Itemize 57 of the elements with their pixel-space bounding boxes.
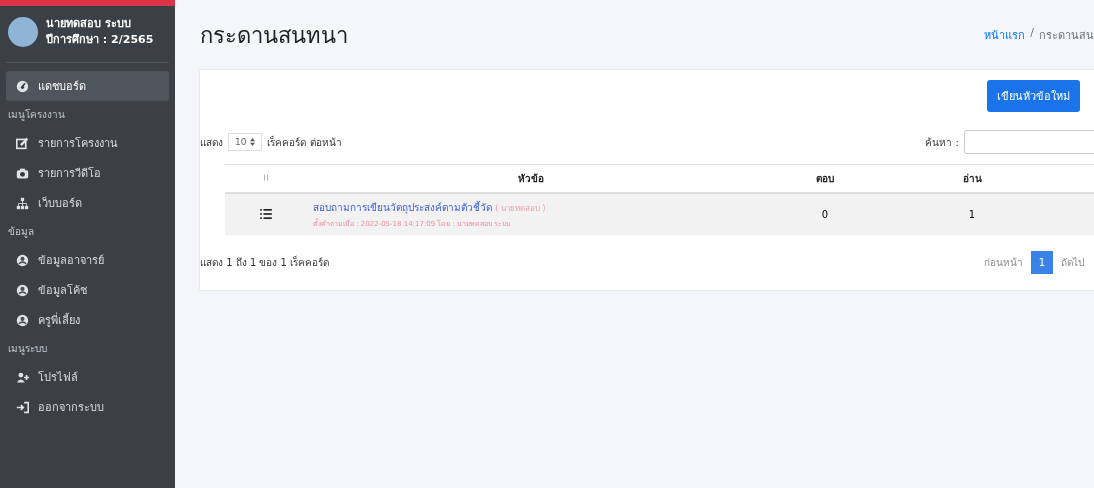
- user-name: นายทดสอบ ระบบ: [46, 16, 132, 32]
- search-field[interactable]: [964, 130, 1094, 154]
- page-number-button[interactable]: 1: [1030, 251, 1053, 274]
- sidebar-item-label: เว็บบอร์ด: [38, 195, 82, 212]
- breadcrumb-current: กระดานสน: [1039, 28, 1094, 44]
- sidebar-item[interactable]: ออกจากระบบ: [6, 392, 169, 422]
- camera-icon: [16, 166, 29, 180]
- sidebar-item-label: ครูพี่เลี้ยง: [38, 311, 80, 329]
- academic-year: ปีการศึกษา : 2/2565: [46, 32, 154, 48]
- edit-icon: [16, 136, 29, 150]
- updown-caret-icon: [250, 138, 256, 146]
- sidebar-item-label: โปรไฟล์: [38, 370, 78, 386]
- sidebar-item[interactable]: แดชบอร์ด: [6, 71, 169, 101]
- user-circle-icon: [16, 283, 29, 297]
- sidebar-item-label: ข้อมูลโค้ช: [38, 283, 87, 299]
- logout-icon: [16, 400, 29, 414]
- sidebar-item-label: ออกจากระบบ: [38, 400, 104, 416]
- table-info: แสดง 1 ถึง 1 ของ 1 เร็คคอร์ด: [200, 255, 330, 270]
- sidebar-section-header: ข้อมูล: [7, 225, 35, 240]
- sidebar-section-header: เมนูระบบ: [7, 342, 48, 357]
- column-header[interactable]: อ่าน: [962, 173, 982, 184]
- table-cell: 1: [968, 209, 976, 220]
- breadcrumb-separator: /: [1030, 26, 1034, 41]
- user-circle-icon: [16, 313, 29, 327]
- page-length-select[interactable]: 10: [228, 133, 263, 151]
- user-circle-icon: [16, 253, 29, 267]
- sidebar-item-label: แดชบอร์ด: [38, 79, 86, 95]
- sidebar-item[interactable]: รายการโครงงาน: [6, 128, 169, 158]
- length-label: แสดง: [200, 135, 223, 150]
- sidebar-section-header: เมนูโครงงาน: [7, 108, 66, 123]
- sidebar-item[interactable]: เว็บบอร์ด: [6, 188, 169, 218]
- column-header[interactable]: หัวข้อ: [517, 173, 544, 184]
- sidebar-item[interactable]: รายการวีดีโอ: [6, 158, 169, 188]
- user-plus-icon: [16, 370, 29, 384]
- sidebar-item[interactable]: ข้อมูลอาจารย์: [6, 245, 169, 275]
- length-label: เร็คคอร์ด ต่อหน้า: [267, 134, 342, 150]
- previous-page-link[interactable]: ก่อนหน้า: [975, 249, 1031, 276]
- table-cell: 0: [821, 209, 829, 220]
- sidebar-item-label: ข้อมูลอาจารย์: [38, 253, 104, 269]
- column-header[interactable]: ตอบ: [816, 173, 834, 184]
- sidebar-item-label: รายการโครงงาน: [38, 136, 118, 152]
- sidebar-item[interactable]: โปรไฟล์: [6, 362, 169, 392]
- topic-link[interactable]: สอบถามการเขียนวัตถุประสงค์ตามตัวชี้วัด: [313, 202, 492, 213]
- search-label: ค้นหา :: [925, 135, 959, 150]
- breadcrumb-link[interactable]: หน้าแรก: [984, 26, 1026, 44]
- sidebar-item[interactable]: ครูพี่เลี้ยง: [6, 305, 169, 335]
- next-page-link[interactable]: ถัดไป: [1053, 249, 1092, 276]
- sort-icon[interactable]: [263, 173, 269, 182]
- topic-author: ( นายทดสอบ ): [495, 204, 546, 213]
- list-icon[interactable]: [260, 208, 272, 219]
- avatar-icon: [8, 17, 38, 47]
- sidebar-item[interactable]: ข้อมูลโค้ช: [6, 275, 169, 305]
- new-topic-button[interactable]: เขียนหัวข้อใหม่: [987, 80, 1080, 112]
- sitemap-icon: [16, 196, 29, 210]
- page-title: กระดานสนทนา: [200, 21, 348, 50]
- sidebar-item-label: รายการวีดีโอ: [38, 166, 101, 182]
- gauge-icon: [16, 79, 29, 93]
